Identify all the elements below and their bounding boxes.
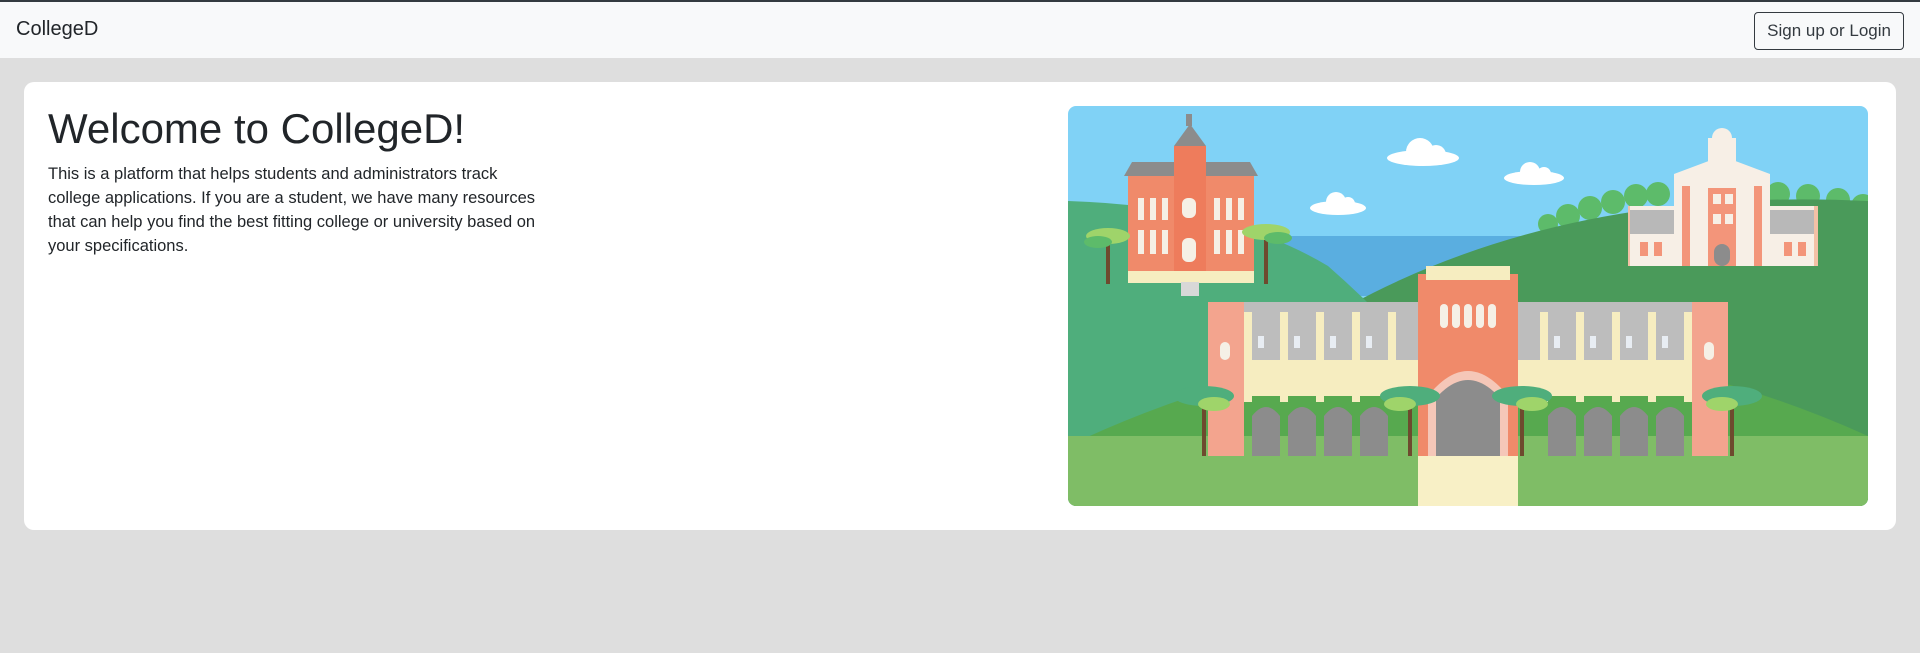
campus-path xyxy=(1418,456,1518,506)
sign-up-login-button[interactable]: Sign up or Login xyxy=(1754,12,1904,50)
navbar: CollegeD Sign up or Login xyxy=(0,2,1920,58)
intro-paragraph: This is a platform that helps students a… xyxy=(48,165,536,255)
welcome-card: Welcome to CollegeD! This is a platform … xyxy=(24,82,1896,530)
campus-illustration xyxy=(1068,106,1868,506)
brand-logo-link[interactable]: CollegeD xyxy=(16,16,98,42)
page-title: Welcome to CollegeD! xyxy=(48,105,466,152)
